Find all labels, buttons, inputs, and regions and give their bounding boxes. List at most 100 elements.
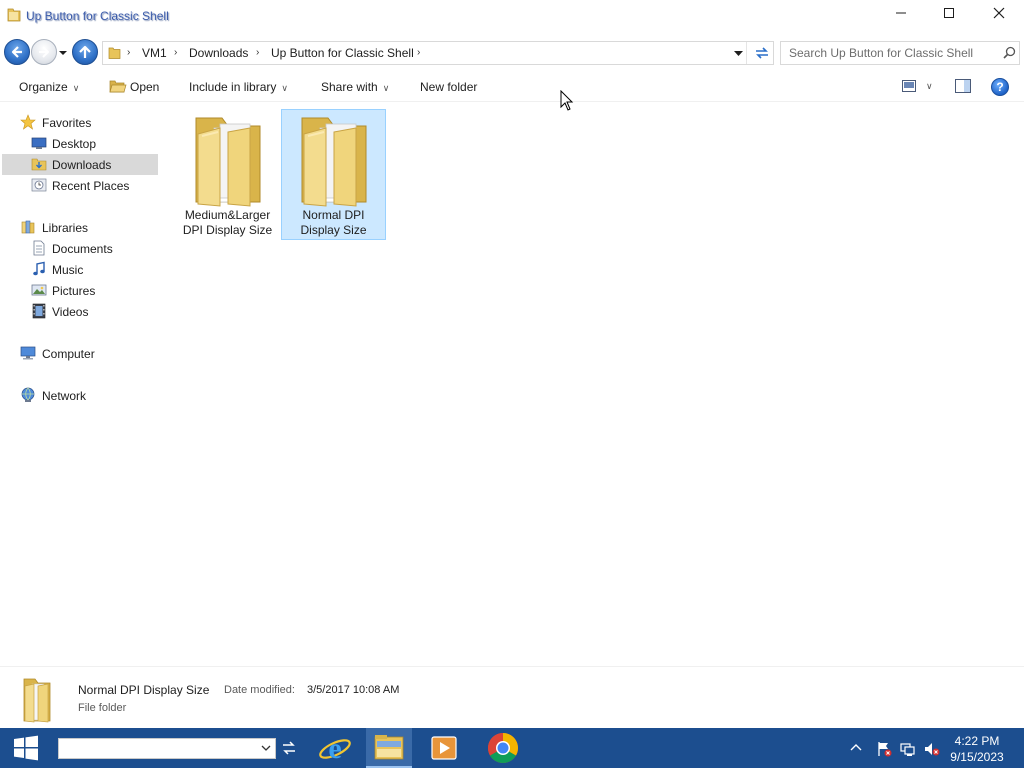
preview-pane-icon[interactable]	[955, 79, 971, 93]
maximize-button[interactable]	[924, 0, 974, 26]
sidebar-label: Music	[52, 263, 84, 277]
taskbar-search-box[interactable]	[58, 738, 276, 759]
folder-name-line: Normal DPI	[302, 208, 365, 222]
sidebar-label: Videos	[52, 305, 89, 319]
sidebar-label: Recent Places	[52, 179, 130, 193]
details-item-name: Normal DPI Display Size	[78, 683, 210, 697]
clock-date: 9/15/2023	[950, 750, 1004, 764]
details-date-value: 3/5/2017 10:08 AM	[307, 684, 400, 696]
computer-icon	[20, 346, 36, 360]
folder-item-normal-dpi[interactable]: Normal DPI Display Size	[281, 109, 386, 240]
action-center-flag-icon[interactable]	[876, 741, 892, 757]
documents-icon	[33, 240, 45, 256]
folder-item-medium-larger-dpi[interactable]: Medium&Larger DPI Display Size	[175, 109, 280, 240]
taskbar-app-internet-explorer[interactable]: e	[312, 728, 358, 768]
volume-muted-icon[interactable]	[924, 741, 940, 757]
arrow-up-icon	[79, 45, 91, 58]
sidebar-item-network[interactable]: Network	[2, 385, 158, 406]
help-icon[interactable]: ?	[991, 78, 1009, 96]
sidebar-label: Network	[42, 389, 87, 403]
start-button[interactable]	[0, 728, 52, 768]
recent-places-icon	[31, 178, 47, 192]
arrow-right-icon	[39, 46, 49, 58]
sidebar-item-videos[interactable]: Videos	[2, 301, 158, 322]
chevron-right-icon[interactable]: ›	[174, 47, 177, 58]
chevron-down-icon: ∨	[382, 83, 390, 93]
include-in-library-menu[interactable]: Include in library ∨	[189, 80, 288, 94]
breadcrumb-vm1[interactable]: VM1	[142, 46, 167, 60]
address-bar[interactable]: › VM1 › Downloads › Up Button for Classi…	[102, 41, 774, 65]
refresh-icon[interactable]	[753, 45, 771, 61]
sidebar-item-music[interactable]: Music	[2, 259, 158, 280]
chevron-right-icon[interactable]: ›	[127, 47, 130, 58]
sidebar-item-documents[interactable]: Documents	[2, 238, 158, 259]
command-bar: Organize ∨ Open Include in library ∨ Share…	[0, 72, 1024, 102]
forward-button[interactable]	[31, 39, 57, 65]
sidebar-label: Downloads	[52, 158, 112, 172]
taskbar-app-file-explorer[interactable]	[366, 728, 412, 768]
folder-icon	[108, 47, 121, 59]
refresh-icon[interactable]	[281, 740, 297, 756]
details-item-type: File folder	[78, 702, 127, 714]
chevron-right-icon[interactable]: ›	[417, 47, 420, 58]
sidebar-label: Favorites	[42, 116, 92, 130]
recent-locations-dropdown[interactable]	[58, 48, 68, 58]
taskbar-app-media-player[interactable]	[421, 728, 467, 768]
share-with-menu[interactable]: Share with ∨	[321, 80, 389, 94]
organize-menu[interactable]: Organize ∨	[19, 80, 79, 94]
network-status-icon[interactable]	[900, 741, 916, 757]
folder-name-line: Medium&Larger	[184, 208, 271, 222]
downloads-icon	[31, 158, 47, 171]
media-player-icon	[431, 736, 457, 760]
chevron-down-icon[interactable]	[261, 743, 271, 753]
details-date-label: Date modified:	[224, 684, 295, 696]
chevron-up-icon[interactable]	[850, 742, 862, 752]
minimize-button[interactable]	[876, 0, 926, 26]
close-button[interactable]	[974, 0, 1024, 26]
open-button[interactable]: Open	[130, 80, 159, 94]
breadcrumb-downloads[interactable]: Downloads	[189, 46, 248, 60]
internet-explorer-icon: e	[319, 732, 351, 764]
navigation-pane: Favorites Desktop Downloads Recent Place…	[0, 103, 160, 666]
sidebar-item-pictures[interactable]: Pictures	[2, 280, 158, 301]
search-box[interactable]	[780, 41, 1020, 65]
title-bar: Up Button for Classic Shell	[0, 0, 1024, 32]
folder-icon	[7, 8, 21, 22]
system-clock[interactable]: 4:22 PM 9/15/2023	[944, 733, 1010, 765]
folder-name-line: DPI Display Size	[182, 223, 273, 237]
sidebar-label: Pictures	[52, 284, 96, 298]
taskbar-app-chrome[interactable]	[480, 728, 526, 768]
up-button[interactable]	[72, 39, 98, 65]
folder-name: Normal DPI Display Size	[282, 208, 385, 238]
address-dropdown-icon[interactable]	[734, 51, 743, 57]
sidebar-item-desktop[interactable]: Desktop	[2, 133, 158, 154]
back-button[interactable]	[4, 39, 30, 65]
music-icon	[33, 261, 45, 276]
maximize-icon	[944, 8, 954, 18]
close-icon	[993, 7, 1005, 19]
file-list[interactable]: Medium&Larger DPI Display Size Normal DP…	[161, 103, 1024, 666]
sidebar-item-computer[interactable]: Computer	[2, 343, 158, 364]
search-input[interactable]	[781, 42, 996, 64]
details-pane: Normal DPI Display Size Date modified: 3…	[0, 666, 1024, 728]
file-explorer-icon	[374, 735, 404, 760]
sidebar-item-downloads[interactable]: Downloads	[2, 154, 158, 175]
view-options-dropdown[interactable]: ∨	[926, 81, 933, 92]
sidebar-item-favorites[interactable]: Favorites	[2, 112, 158, 133]
change-view-icon[interactable]	[902, 80, 916, 92]
minimize-icon	[896, 12, 906, 14]
windows-logo-icon	[14, 735, 38, 761]
breadcrumb-current-folder[interactable]: Up Button for Classic Shell	[271, 46, 414, 60]
search-icon[interactable]	[1003, 46, 1016, 59]
chrome-icon	[487, 733, 519, 764]
window-title: Up Button for Classic Shell	[26, 9, 169, 23]
sidebar-item-recent-places[interactable]: Recent Places	[2, 175, 158, 196]
folder-name-line: Display Size	[300, 223, 367, 237]
folder-icon	[301, 117, 367, 207]
sidebar-label: Desktop	[52, 137, 97, 151]
new-folder-button[interactable]: New folder	[420, 80, 477, 94]
chevron-right-icon[interactable]: ›	[256, 47, 259, 58]
sidebar-item-libraries[interactable]: Libraries	[2, 217, 158, 238]
share-with-label: Share with	[321, 80, 378, 94]
organize-label: Organize	[19, 80, 68, 94]
